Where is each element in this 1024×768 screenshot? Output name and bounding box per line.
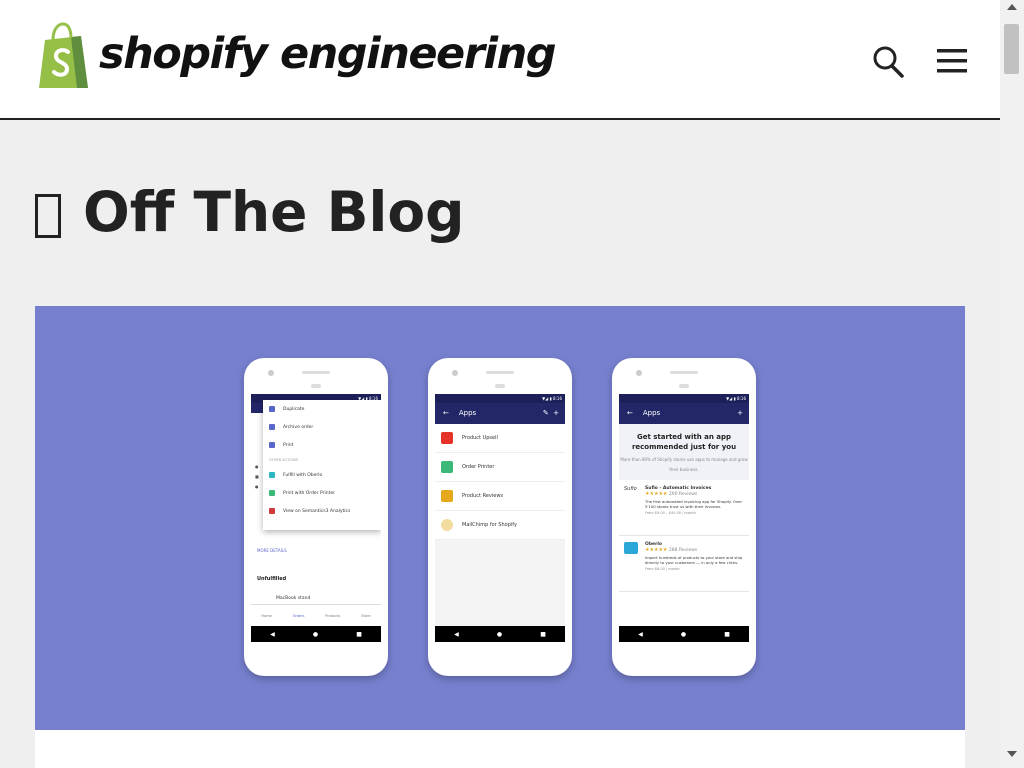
menu-item[interactable]: Fulfill with Oberlo xyxy=(263,466,381,484)
menu-item[interactable]: Print xyxy=(263,436,381,454)
recommendation-subheading: More than 80% of Shopify stores use apps… xyxy=(620,457,748,472)
phone-screen: ▼◢ ▮ 8:16 ← Apps + Get started with an app… xyxy=(619,394,749,642)
menu-item-label: Print with Order Printer xyxy=(283,490,335,496)
app-card-reviews: 288 Reviews xyxy=(668,548,698,553)
app-row[interactable]: Product Reviews xyxy=(435,482,565,511)
app-name: Product Upsell xyxy=(462,435,498,441)
app-card-description: Import hundreds of products to your stor… xyxy=(645,555,743,565)
site-logo[interactable]: shopify engineering xyxy=(35,22,557,90)
app-card-reviews: 290 Reviews xyxy=(668,492,698,497)
app-row[interactable]: Product Upsell xyxy=(435,424,565,453)
tab-products[interactable]: Products xyxy=(325,614,340,622)
menu-section-label: OTHER ACTIONS xyxy=(269,458,298,462)
phone-mockup-apps: ▼◢ ▮ 8:16 ← Apps ✎ + Product Upsell Order … xyxy=(428,358,572,676)
app-card-price: From $9.00 – $49.00 / month xyxy=(645,511,696,515)
tab-orders[interactable]: Orders xyxy=(293,614,305,622)
android-nav-bar: ◀ ● ■ xyxy=(435,626,565,642)
menu-item-label: View on Semantics3 Analytics xyxy=(283,508,351,514)
site-header: shopify engineering xyxy=(0,0,1000,120)
app-name: Order Printer xyxy=(462,464,495,470)
menu-item[interactable]: Archive order xyxy=(263,418,381,436)
search-button[interactable] xyxy=(870,44,906,80)
menu-button[interactable] xyxy=(936,46,968,76)
menu-item-label: Print xyxy=(283,442,294,448)
article-card xyxy=(35,730,965,768)
scroll-up-arrow-icon[interactable] xyxy=(1007,4,1017,10)
phone-mockup-recommendations: ▼◢ ▮ 8:16 ← Apps + Get started with an app… xyxy=(612,358,756,676)
order-actions-menu: Duplicate Archive order Print OTHER ACTI… xyxy=(263,400,381,530)
phone-mockup-orders: ▼◢ ▮ 8:16 ● ■ ● Duplicate Archive order Pr… xyxy=(244,358,388,676)
menu-item[interactable]: Print with Order Printer xyxy=(263,484,381,502)
tab-store[interactable]: Store xyxy=(361,614,370,622)
app-name: MailChimp for Shopify xyxy=(462,522,517,528)
tab-home[interactable]: Home xyxy=(261,614,271,622)
search-icon xyxy=(873,46,904,78)
recommendation-header: Get started with an app recommended just… xyxy=(619,424,749,480)
missing-glyph-icon xyxy=(35,194,61,238)
menu-item-label: Duplicate xyxy=(283,406,305,412)
brand-name: shopify engineering xyxy=(99,29,557,79)
appbar-title: Apps xyxy=(458,409,477,417)
scroll-down-arrow-icon[interactable] xyxy=(1007,751,1017,757)
app-card-price: From $8.00 / month xyxy=(645,567,680,571)
menu-item[interactable]: View on Semantics3 Analytics xyxy=(263,502,381,520)
app-card[interactable]: Sufio Sufio - Automatic Invoices ★★★★★ 2… xyxy=(619,480,749,536)
phone-screen: ▼◢ ▮ 8:16 ● ■ ● Duplicate Archive order Pr… xyxy=(251,394,381,642)
app-row[interactable]: MailChimp for Shopify xyxy=(435,511,565,540)
page-title: Off The Blog xyxy=(83,180,465,244)
hamburger-menu-icon xyxy=(937,49,967,73)
menu-item[interactable]: Duplicate xyxy=(263,400,381,418)
menu-item-label: Archive order xyxy=(283,424,314,430)
app-row[interactable]: Order Printer xyxy=(435,453,565,482)
menu-item-label: Fulfill with Oberlo xyxy=(283,472,323,478)
shopify-bag-icon xyxy=(39,22,88,88)
page-heading: Off The Blog xyxy=(35,180,465,244)
page-scrollbar[interactable] xyxy=(1000,0,1024,768)
line-item: MacBook stand xyxy=(276,596,311,601)
android-nav-bar: ◀ ● ■ xyxy=(619,626,749,642)
scrollbar-thumb[interactable] xyxy=(1004,24,1019,74)
app-name: Product Reviews xyxy=(462,493,504,499)
hero-image[interactable]: ▼◢ ▮ 8:16 ● ■ ● Duplicate Archive order Pr… xyxy=(35,306,965,730)
android-nav-bar: ◀ ● ■ xyxy=(251,626,381,642)
app-card[interactable]: Oberlo ★★★★★ 288 Reviews Import hundreds… xyxy=(619,536,749,592)
appbar-title: Apps xyxy=(642,409,661,417)
bottom-tab-bar: Home Orders Products Store xyxy=(251,604,381,622)
phone-screen: ▼◢ ▮ 8:16 ← Apps ✎ + Product Upsell Order … xyxy=(435,394,565,642)
more-details-link[interactable]: MORE DETAILS xyxy=(257,548,287,553)
section-heading: Unfulfilled xyxy=(257,576,287,582)
app-card-description: The first automated invoicing app for Sh… xyxy=(645,499,743,509)
recommendation-heading: Get started with an app recommended just… xyxy=(631,433,737,451)
